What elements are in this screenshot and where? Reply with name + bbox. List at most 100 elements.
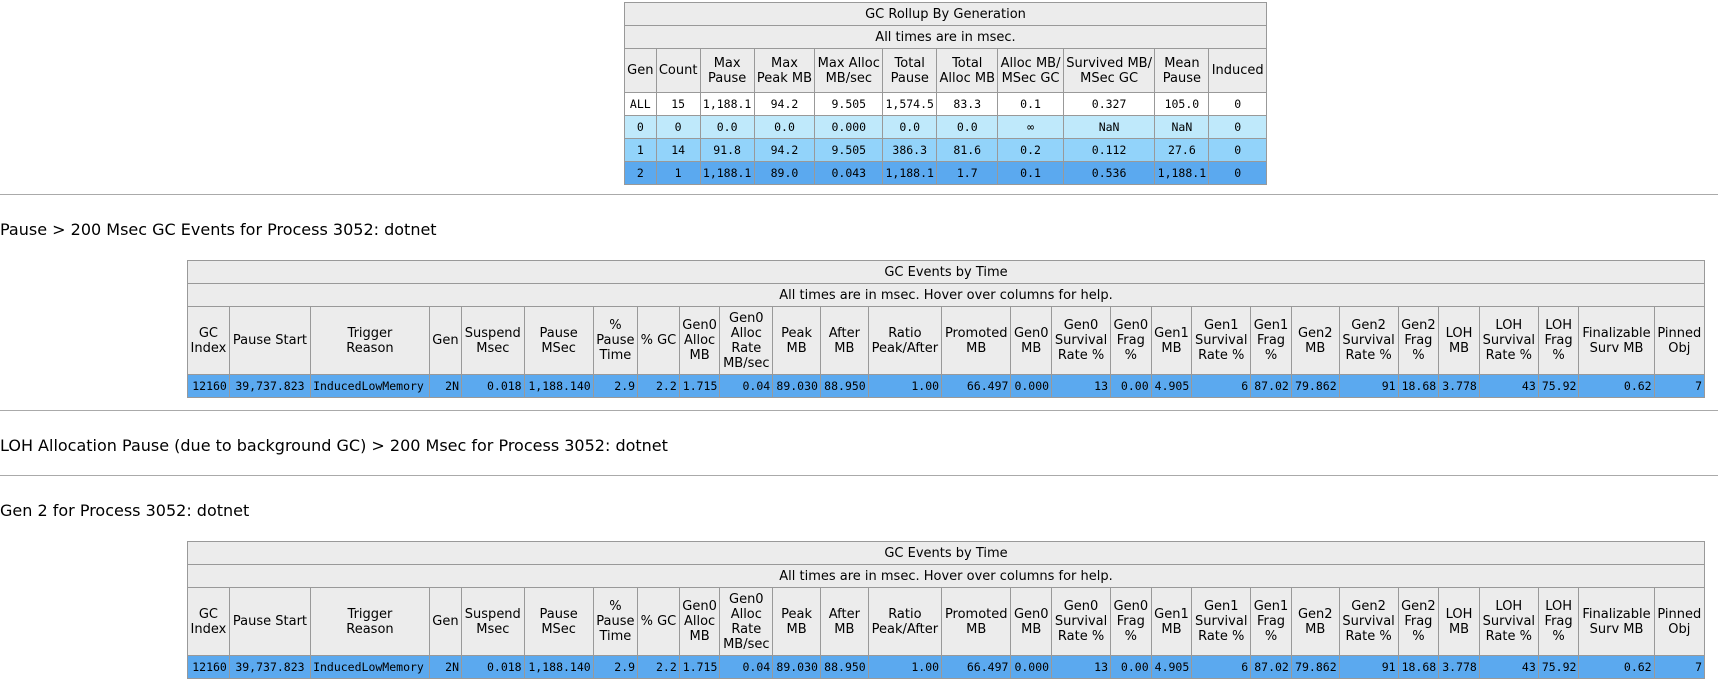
column-header[interactable]: Gen0 Alloc MB — [678, 587, 721, 656]
column-header[interactable]: Finalizable Surv MB — [1578, 306, 1655, 375]
column-header[interactable]: Gen0 Survival Rate % — [1051, 306, 1111, 375]
column-header[interactable]: Pinned Obj — [1653, 587, 1706, 656]
table-cell: 2.2 — [637, 374, 680, 398]
column-header[interactable]: Finalizable Surv MB — [1578, 587, 1655, 656]
column-header[interactable]: Gen0 Alloc Rate MB/sec — [719, 306, 774, 375]
column-header-label: Frag — [1116, 614, 1145, 629]
column-header[interactable]: Pause Start — [228, 306, 312, 375]
column-header[interactable]: Gen1 MB — [1150, 587, 1193, 656]
column-header-label: MB/sec — [723, 636, 770, 652]
column-header[interactable]: GC Index — [187, 306, 230, 375]
column-header[interactable]: Pinned Obj — [1653, 306, 1706, 375]
column-header[interactable]: LOH Frag% — [1537, 306, 1580, 375]
column-header[interactable]: LOH Survival Rate % — [1478, 587, 1539, 656]
table-cell: 94.2 — [753, 92, 816, 116]
column-header[interactable]: Gen — [428, 306, 463, 375]
events-title: GC Events by Time — [187, 260, 1705, 284]
column-header[interactable]: Gen0 MB — [1010, 587, 1053, 656]
column-header[interactable]: Gen1 Frag% — [1250, 587, 1292, 656]
column-header-label: Rate % — [1198, 629, 1245, 644]
column-header-label: Gen2 — [1351, 318, 1386, 333]
column-header[interactable]: Gen0 Frag% — [1110, 306, 1152, 375]
column-header[interactable]: Gen0 Survival Rate % — [1051, 587, 1111, 656]
column-header[interactable]: Promoted MB — [941, 306, 1012, 375]
column-header[interactable]: Peak MB — [772, 587, 821, 656]
column-header[interactable]: Gen2 Frag% — [1397, 587, 1440, 656]
column-header[interactable]: Gen1 Frag% — [1250, 306, 1292, 375]
column-header[interactable]: % GC — [637, 587, 680, 656]
column-header[interactable]: After MB — [819, 587, 869, 656]
column-header[interactable]: GC Index — [187, 587, 230, 656]
table-cell: 81.6 — [936, 138, 999, 162]
table-cell: 15 — [655, 92, 701, 116]
column-header[interactable]: Trigger Reason — [310, 587, 430, 656]
column-header[interactable]: Gen2 MB — [1290, 306, 1340, 375]
column-header-label: LOH — [1495, 599, 1523, 614]
column-header[interactable]: Gen0 Alloc MB — [678, 306, 721, 375]
column-header-label: Peak/After — [871, 340, 939, 356]
table-cell: 2N — [428, 655, 463, 679]
column-header[interactable]: Induced — [1208, 48, 1267, 93]
table-row: ALL 15 1,188.1 94.2 9.505 1,574.5 83.3 0.1 0.327… — [624, 92, 1267, 116]
table-cell: 0.0 — [699, 115, 755, 139]
column-header-label: After — [828, 325, 860, 341]
table-cell: 91 — [1338, 655, 1399, 679]
column-header[interactable]: Total Pause — [882, 48, 938, 93]
column-header[interactable]: Max Peak MB — [753, 48, 816, 93]
column-header[interactable]: LOH Frag% — [1537, 587, 1580, 656]
column-header[interactable]: Gen0 MB — [1010, 306, 1053, 375]
column-header-label: Peak — [781, 606, 812, 622]
column-header[interactable]: % Pause Time — [592, 306, 639, 375]
column-header-label: Frag — [1256, 333, 1286, 348]
column-header-label: Max Alloc — [817, 55, 880, 71]
column-header-label: MB — [786, 340, 807, 356]
column-header[interactable]: Gen0 Alloc Rate MB/sec — [719, 587, 774, 656]
column-header[interactable]: Alloc MB/MSec GC — [997, 48, 1064, 93]
column-header[interactable]: Suspend Msec — [461, 587, 525, 656]
column-header-label: MB/sec — [723, 355, 770, 371]
column-header[interactable]: Gen0 Frag% — [1110, 587, 1152, 656]
column-header[interactable]: Peak MB — [772, 306, 821, 375]
column-header[interactable]: Ratio Peak/After — [867, 306, 943, 375]
column-header[interactable]: Gen — [624, 48, 657, 93]
column-header[interactable]: Max Pause — [699, 48, 755, 93]
column-header[interactable]: Gen1 Survival Rate % — [1191, 306, 1252, 375]
column-header[interactable]: LOH MB — [1438, 306, 1480, 375]
column-header[interactable]: Mean Pause — [1154, 48, 1210, 93]
column-header[interactable]: Count — [655, 48, 701, 93]
column-header[interactable]: Gen2 Frag% — [1397, 306, 1440, 375]
column-header[interactable]: Survived MB/MSec GC — [1062, 48, 1156, 93]
column-header[interactable]: After MB — [819, 306, 869, 375]
column-header[interactable]: Trigger Reason — [310, 306, 430, 375]
column-header[interactable]: Gen2 Survival Rate % — [1338, 306, 1399, 375]
column-header[interactable]: Pause Start — [228, 587, 312, 656]
column-header[interactable]: Total Alloc MB — [936, 48, 999, 93]
column-header[interactable]: LOH MB — [1438, 587, 1480, 656]
table-cell: 83.3 — [936, 92, 999, 116]
column-header[interactable]: Max Alloc MB/sec — [814, 48, 884, 93]
column-header-label: Gen1 — [1154, 606, 1189, 622]
column-header[interactable]: % Pause Time — [592, 587, 639, 656]
column-header[interactable]: Gen — [428, 587, 463, 656]
column-header[interactable]: Gen1 MB — [1150, 306, 1193, 375]
column-header[interactable]: Promoted MB — [941, 587, 1012, 656]
column-header-label: Gen2 — [1351, 599, 1386, 614]
column-header-label: Induced — [1211, 63, 1264, 78]
column-header[interactable]: Gen1 Survival Rate % — [1191, 587, 1252, 656]
column-header[interactable]: % GC — [637, 306, 680, 375]
table-cell: 6 — [1191, 655, 1252, 679]
column-header-label: Pinned — [1657, 606, 1702, 622]
table-cell: 2.9 — [592, 655, 639, 679]
column-header-label: Gen1 — [1203, 318, 1239, 333]
column-header[interactable]: Suspend Msec — [461, 306, 525, 375]
column-header-label: Finalizable — [1582, 325, 1651, 341]
column-header-label: Gen — [627, 63, 654, 78]
column-header[interactable]: Pause MSec — [523, 306, 594, 375]
table-cell: 0.1 — [997, 161, 1064, 185]
column-header-label: MB — [1021, 621, 1042, 637]
column-header[interactable]: Pause MSec — [523, 587, 594, 656]
column-header[interactable]: LOH Survival Rate % — [1478, 306, 1539, 375]
column-header[interactable]: Gen2 Survival Rate % — [1338, 587, 1399, 656]
column-header[interactable]: Ratio Peak/After — [867, 587, 943, 656]
column-header[interactable]: Gen2 MB — [1290, 587, 1340, 656]
